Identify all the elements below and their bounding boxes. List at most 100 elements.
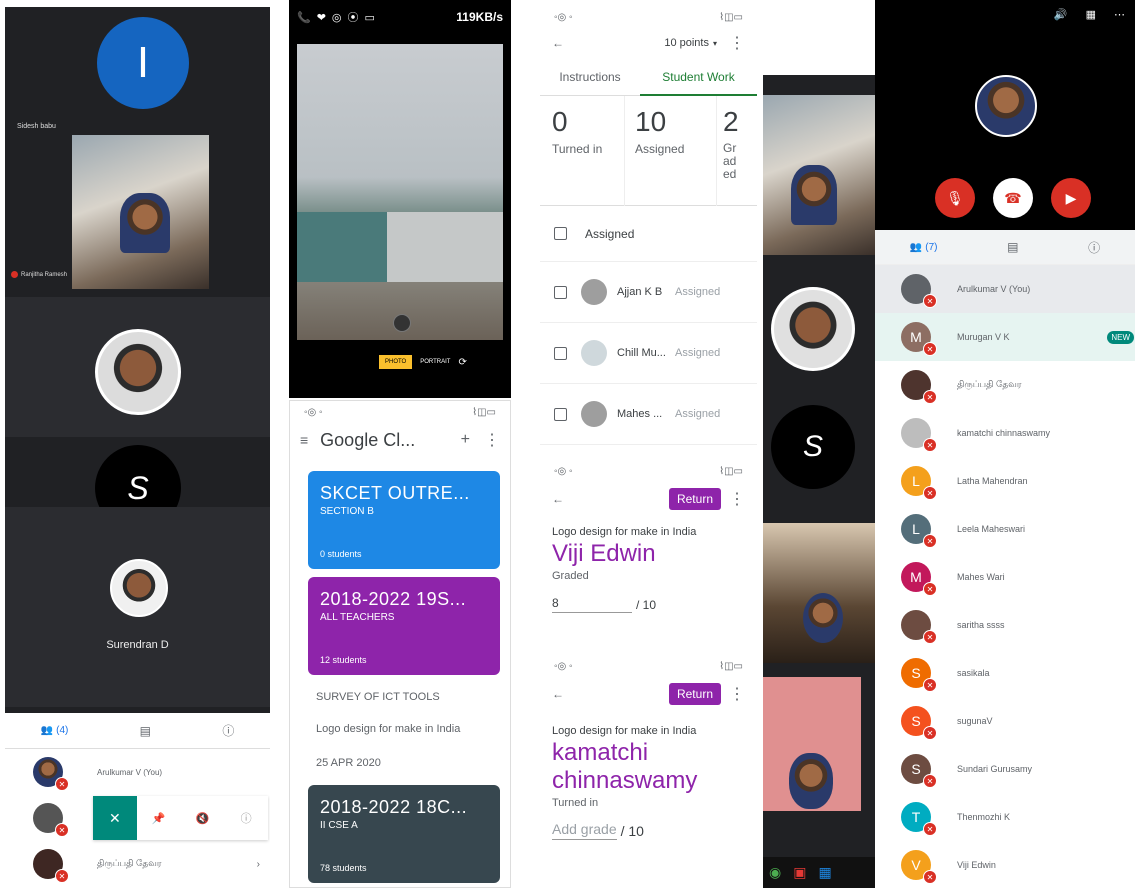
avatar: ✕ [901, 370, 937, 404]
points-dropdown[interactable]: 10 points ▾ [664, 37, 717, 49]
mic-off-button[interactable]: 🎙 [935, 178, 975, 218]
mic-off-icon: ✕ [923, 294, 937, 308]
group-assigned-row[interactable]: Assigned [540, 206, 757, 262]
student-row[interactable]: Mahes ... Assigned [540, 384, 757, 445]
date-label: 25 APR 2020 [316, 757, 381, 769]
participant-row[interactable]: ✕ Arulkumar V (You) [5, 749, 270, 795]
tab-people[interactable]: 👥 (7) [910, 242, 938, 253]
word-icon[interactable]: ▦ [818, 864, 831, 881]
participant-name: Thenmozhi K [957, 812, 1011, 822]
participant-row[interactable]: ✕ kamatchi chinnaswamy [875, 409, 1135, 457]
mic-off-icon: ✕ [923, 534, 937, 548]
screen-icon: ▭ [364, 11, 375, 24]
app-icon[interactable]: ▣ [793, 864, 806, 881]
status-bar: ◦◎ ◦ ⌇◫▭ [540, 655, 757, 677]
mode-portrait[interactable]: PORTRAIT [420, 359, 450, 365]
mic-off-icon: ✕ [923, 438, 937, 452]
participant-row[interactable]: M ✕ Murugan V K NEW [875, 313, 1135, 361]
logo-tile: S [771, 405, 855, 489]
participant-row[interactable]: S ✕ sasikala [875, 649, 1135, 697]
participant-row[interactable]: ✕ saritha ssss [875, 601, 1135, 649]
participant-row[interactable]: ✕ திருப்பதி தேவர [875, 361, 1135, 409]
more-icon[interactable]: ⋮ [729, 33, 745, 53]
tab-people[interactable]: 👥 (4) [41, 725, 69, 736]
meet-call-panel-right: 🔊 ▦ ⋯ 🎙 ☎ ▶ [875, 0, 1135, 230]
more-icon[interactable]: ⋮ [729, 489, 745, 509]
checkbox[interactable] [554, 346, 567, 360]
info-button[interactable]: ⓘ [224, 796, 268, 840]
participant-row[interactable]: S ✕ sugunaV [875, 697, 1135, 745]
pin-button[interactable]: 📌 [137, 796, 181, 840]
back-arrow-icon[interactable]: ← [552, 492, 564, 506]
tab-chat[interactable]: ▤ [140, 722, 151, 740]
tab-student-work[interactable]: Student Work [640, 58, 757, 96]
participant-row[interactable]: ✕ Arulkumar V (You) [875, 265, 1135, 313]
participant-row[interactable]: V ✕ Viji Edwin [875, 841, 1135, 888]
assignment-title: Logo design for make in India [552, 526, 697, 538]
back-arrow-icon[interactable]: ← [552, 36, 564, 50]
mic-off-icon: ✕ [923, 822, 937, 836]
meet-panel-left: I Sidesh babu Ranjitha Ramesh S Surendra… [5, 7, 270, 713]
class-card[interactable]: 2018-2022 18C... II CSE A 78 students [308, 785, 500, 883]
grade-input[interactable]: 8 [552, 596, 632, 613]
participant-row[interactable]: ✕ ✕ 📌 🔇 ⓘ [5, 795, 270, 841]
avatar-top: I [97, 17, 189, 109]
student-row[interactable]: Chill Mu... Assigned [540, 323, 757, 384]
tab-info[interactable]: ⓘ [222, 722, 234, 740]
people-icon: 👥 [40, 725, 54, 736]
video-tile[interactable] [763, 523, 875, 663]
camera-off-button[interactable]: ▶ [1051, 178, 1091, 218]
grade-status: Graded [552, 570, 589, 582]
speaker-icon[interactable]: 🔊 [1054, 8, 1068, 21]
more-icon[interactable]: ⋮ [729, 684, 745, 704]
participant-name: Latha Mahendran [957, 476, 1028, 486]
mic-off-icon: ✕ [923, 678, 937, 692]
chrome-icon[interactable]: ◉ [769, 864, 781, 881]
close-button[interactable]: ✕ [93, 796, 137, 840]
participant-row[interactable]: ✕ திருப்பதி தேவர › [5, 841, 270, 887]
status-bar: ◦◎ ◦ ⌇◫▭ [290, 401, 510, 423]
back-arrow-icon[interactable]: ← [552, 687, 564, 701]
video-tile[interactable] [763, 677, 861, 811]
chat-icon: ▤ [139, 723, 151, 738]
shutter-mini[interactable] [393, 314, 411, 332]
participant-row[interactable]: L ✕ Leela Maheswari [875, 505, 1135, 553]
add-grade-input[interactable]: Add grade [552, 821, 617, 840]
mode-photo[interactable]: PHOTO [379, 355, 413, 369]
logo-design-item[interactable]: Logo design for make in India [316, 723, 460, 735]
status-icons: ◦◎ ◦ [554, 11, 573, 23]
participants-list: ✕ Arulkumar V (You) M ✕ Murugan V K NEW ✕ திருப… [875, 265, 1135, 885]
checkbox[interactable] [554, 285, 567, 299]
menu-icon[interactable]: ≡ [300, 432, 308, 448]
info-icon[interactable]: ⓘ [1088, 239, 1100, 256]
participant-row[interactable]: S ✕ Sundari Gurusamy [875, 745, 1135, 793]
mute-button[interactable]: 🔇 [181, 796, 225, 840]
class-card[interactable]: SKCET OUTRE... SECTION B 0 students [308, 471, 500, 569]
video-tile-self[interactable] [72, 135, 209, 289]
more-icon[interactable]: ⋯ [1114, 8, 1125, 21]
add-icon[interactable]: + [461, 431, 470, 449]
mic-off-icon: ✕ [923, 342, 937, 356]
participant-name: saritha ssss [957, 620, 1005, 630]
student-row[interactable]: Ajjan K B Assigned [540, 262, 757, 323]
chat-icon[interactable]: ▤ [1007, 240, 1018, 254]
more-icon[interactable]: ⋮ [484, 430, 500, 450]
class-card[interactable]: 2018-2022 19S... ALL TEACHERS 12 student… [308, 577, 500, 675]
return-button[interactable]: Return [668, 488, 721, 510]
video-tile[interactable] [763, 95, 875, 255]
checkbox[interactable] [554, 227, 567, 240]
survey-item[interactable]: SURVEY OF ICT TOOLS [316, 691, 440, 703]
return-button[interactable]: Return [668, 683, 721, 705]
participant-row[interactable]: L ✕ Latha Mahendran [875, 457, 1135, 505]
switch-camera-icon[interactable]: ⟳ [458, 357, 466, 368]
participant-row[interactable]: T ✕ Thenmozhi K [875, 793, 1135, 841]
checkbox[interactable] [554, 407, 567, 421]
participant-name: kamatchi chinnaswamy [957, 428, 1051, 438]
mic-off-icon: ✕ [923, 630, 937, 644]
grid-icon[interactable]: ▦ [1086, 8, 1096, 21]
camera-viewfinder[interactable] [297, 44, 503, 340]
participant-row[interactable]: M ✕ Mahes Wari [875, 553, 1135, 601]
participant-actions: ✕ 📌 🔇 ⓘ [93, 796, 268, 840]
end-call-button[interactable]: ☎ [993, 178, 1033, 218]
tab-instructions[interactable]: Instructions [540, 70, 640, 84]
